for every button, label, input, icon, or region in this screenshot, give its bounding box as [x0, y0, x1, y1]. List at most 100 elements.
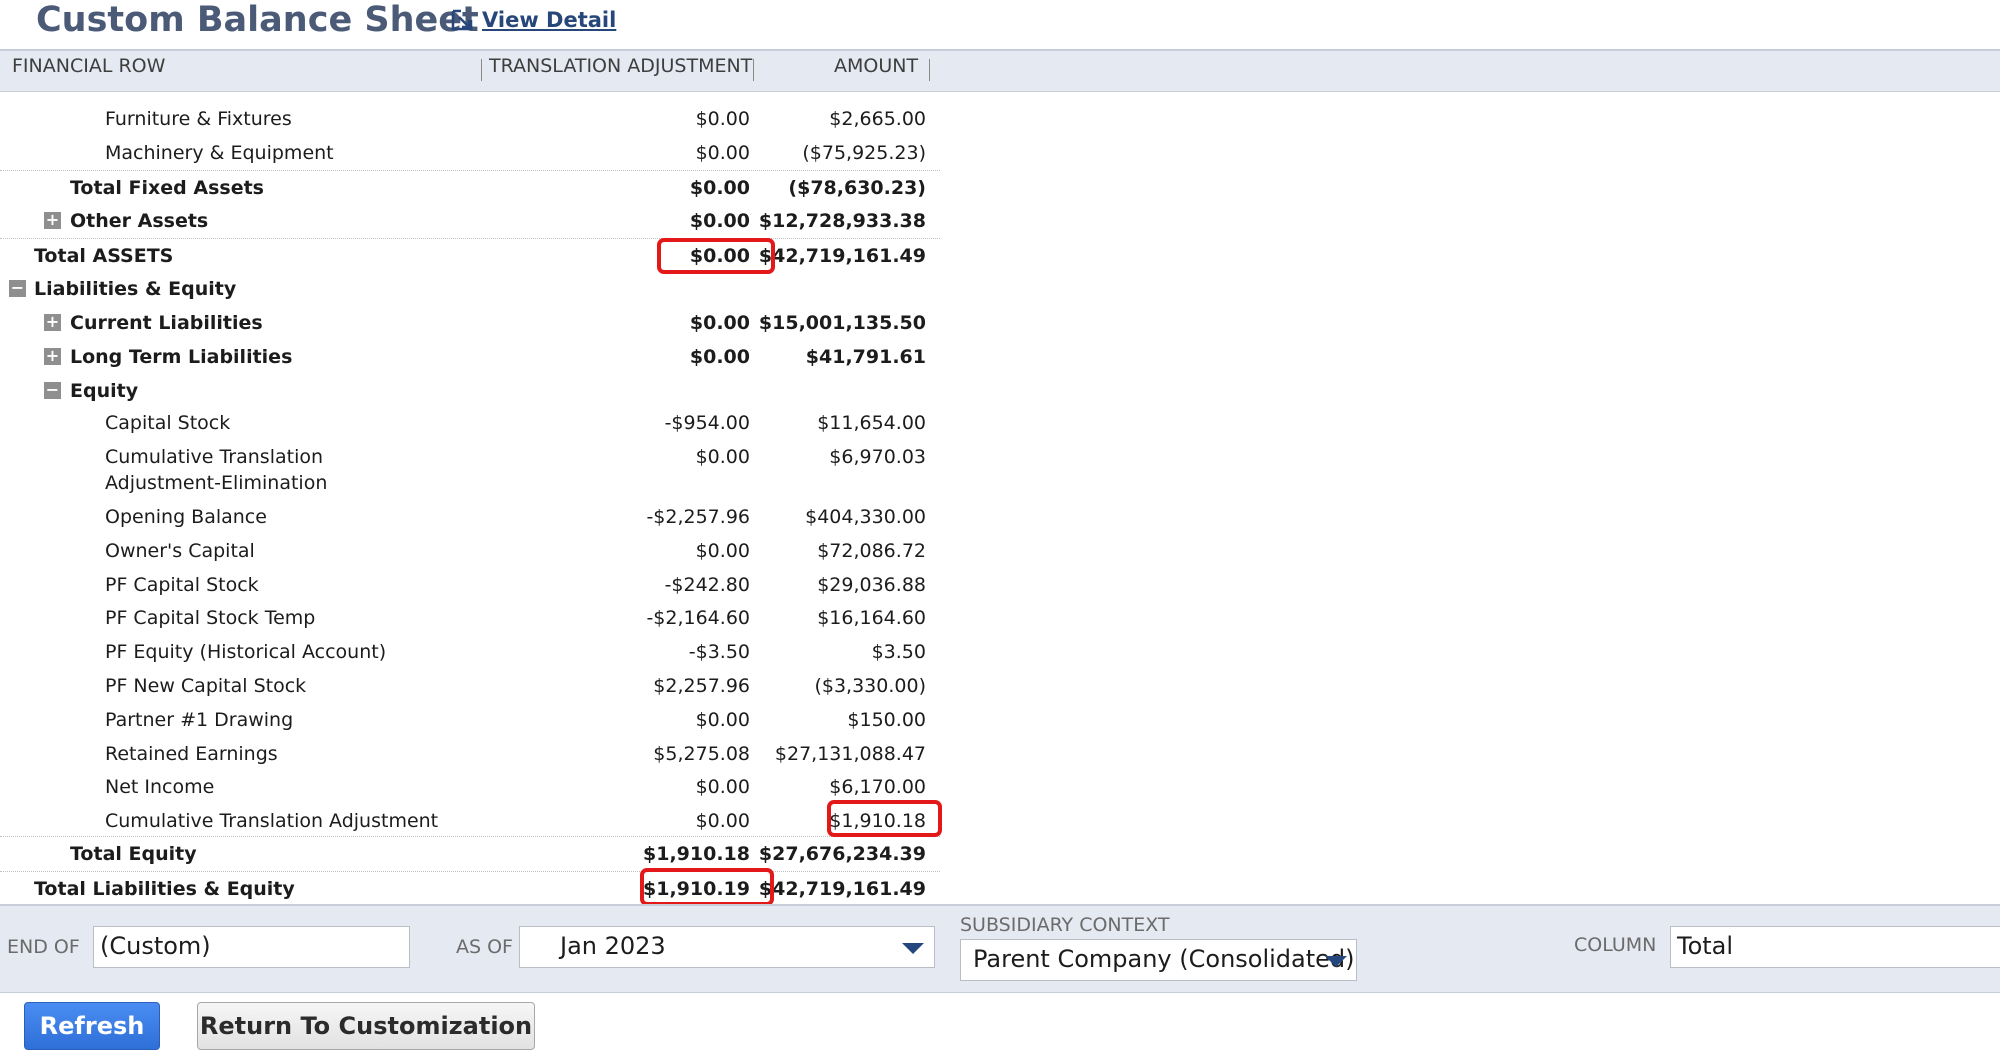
row-label: Cumulative Translation Adjustment-Elimin…	[105, 446, 328, 494]
highlight-box	[827, 800, 942, 837]
chevron-down-icon[interactable]	[902, 943, 924, 954]
translation-value: $5,275.08	[653, 743, 750, 765]
as-of-select[interactable]: Jan 2023	[519, 926, 935, 968]
table-row: Capital Stock -$954.00 $11,654.00	[0, 406, 940, 438]
table-row: Net Income $0.00 $6,170.00	[0, 770, 940, 802]
table-row: PF New Capital Stock $2,257.96 ($3,330.0…	[0, 669, 940, 701]
row-label: Total ASSETS	[34, 245, 174, 267]
translation-value: $0.00	[689, 210, 750, 232]
translation-value: -$3.50	[688, 641, 750, 663]
amount-value[interactable]: $27,131,088.47	[775, 741, 926, 767]
table-row: Opening Balance -$2,257.96 $404,330.00	[0, 500, 940, 532]
column-divider[interactable]	[481, 59, 482, 81]
translation-value: $0.00	[689, 346, 750, 368]
column-divider[interactable]	[929, 59, 930, 81]
translation-value: $0.00	[695, 142, 750, 164]
expand-icon[interactable]: +	[44, 314, 61, 331]
amount-value[interactable]: $2,665.00	[829, 106, 926, 132]
amount-value[interactable]: $29,036.88	[817, 572, 926, 598]
amount-value[interactable]: $42,719,161.49	[759, 243, 926, 269]
table-row: Retained Earnings $5,275.08 $27,131,088.…	[0, 737, 940, 769]
highlight-box	[657, 238, 775, 274]
expand-icon[interactable]: +	[44, 212, 61, 229]
collapse-icon[interactable]: −	[9, 280, 26, 297]
column-field[interactable]: Total	[1670, 926, 2000, 968]
amount-value[interactable]: $3.50	[872, 639, 926, 665]
table-row: − Liabilities & Equity	[0, 272, 940, 304]
row-label: Current Liabilities	[70, 312, 263, 334]
amount-value[interactable]: $16,164.60	[817, 605, 926, 631]
row-label: Equity	[70, 380, 139, 402]
clipped-row	[0, 89, 940, 97]
row-label: PF Equity (Historical Account)	[105, 641, 387, 663]
subsidiary-context-select[interactable]: Parent Company (Consolidated)	[960, 939, 1357, 981]
end-of-label: END OF	[7, 936, 80, 958]
translation-value: -$242.80	[664, 574, 750, 596]
row-label: Furniture & Fixtures	[105, 108, 292, 130]
translation-value: $0.00	[695, 810, 750, 832]
translation-value: $0.00	[695, 776, 750, 798]
amount-value[interactable]: ($75,925.23)	[802, 140, 926, 166]
table-row-total: Total Liabilities & Equity $1,910.19 $42…	[0, 871, 940, 904]
amount-value[interactable]: $11,654.00	[817, 410, 926, 436]
table-row: PF Capital Stock -$242.80 $29,036.88	[0, 568, 940, 600]
column-header-bar: FINANCIAL ROW TRANSLATION ADJUSTMENT AMO…	[0, 49, 2000, 92]
collapse-icon[interactable]: −	[44, 382, 61, 399]
amount-value[interactable]: ($3,330.00)	[814, 673, 926, 699]
row-label: Machinery & Equipment	[105, 142, 334, 164]
row-label: Liabilities & Equity	[34, 278, 237, 300]
row-label: Capital Stock	[105, 412, 231, 434]
end-of-field[interactable]: (Custom)	[93, 926, 410, 968]
subsidiary-context-label: SUBSIDIARY CONTEXT	[960, 914, 1170, 936]
amount-value[interactable]: $72,086.72	[817, 538, 926, 564]
row-label: Other Assets	[70, 210, 209, 232]
column-header-amount[interactable]: AMOUNT	[834, 55, 918, 77]
row-label: Owner's Capital	[105, 540, 255, 562]
translation-value: $0.00	[695, 446, 750, 468]
amount-value[interactable]: $42,719,161.49	[759, 876, 926, 902]
translation-value: $2,257.96	[653, 675, 750, 697]
as-of-value: Jan 2023	[560, 932, 666, 960]
amount-value[interactable]: $6,170.00	[829, 774, 926, 800]
table-row-total: Total Fixed Assets $0.00 ($78,630.23)	[0, 170, 940, 203]
view-detail-link[interactable]: View Detail	[450, 8, 616, 32]
row-label: Opening Balance	[105, 506, 267, 528]
table-row: Cumulative Translation Adjustment-Elimin…	[0, 440, 940, 500]
translation-value: $0.00	[695, 540, 750, 562]
table-row: Cumulative Translation Adjustment $0.00 …	[0, 804, 940, 836]
expand-icon[interactable]: +	[44, 348, 61, 365]
table-row-total: Total Equity $1,910.18 $27,676,234.39	[0, 836, 940, 869]
amount-value[interactable]: $27,676,234.39	[759, 841, 926, 867]
amount-value[interactable]: $41,791.61	[806, 344, 926, 370]
amount-value[interactable]: $404,330.00	[805, 504, 926, 530]
table-row: PF Equity (Historical Account) -$3.50 $3…	[0, 635, 940, 667]
row-label: Total Fixed Assets	[70, 177, 264, 199]
return-to-customization-button[interactable]: Return To Customization	[197, 1002, 535, 1050]
column-header-translation-adjustment[interactable]: TRANSLATION ADJUSTMENT	[489, 55, 752, 77]
row-label: PF Capital Stock Temp	[105, 607, 316, 629]
amount-value[interactable]: ($78,630.23)	[788, 175, 926, 201]
amount-value[interactable]: $15,001,135.50	[759, 310, 926, 336]
table-row: − Equity	[0, 374, 940, 406]
table-row: + Other Assets $0.00 $12,728,933.38	[0, 204, 940, 236]
amount-value[interactable]: $150.00	[847, 707, 926, 733]
amount-value[interactable]: $12,728,933.38	[759, 208, 926, 234]
balance-sheet-page: { "header": { "title": "Custom Balance S…	[0, 0, 2000, 1061]
table-row: Partner #1 Drawing $0.00 $150.00	[0, 703, 940, 735]
refresh-button[interactable]: Refresh	[24, 1002, 160, 1050]
table-row: Furniture & Fixtures $0.00 $2,665.00	[0, 102, 940, 134]
translation-value: $0.00	[689, 177, 750, 199]
table-row: Machinery & Equipment $0.00 ($75,925.23)	[0, 136, 940, 168]
highlight-box	[640, 868, 774, 906]
amount-value[interactable]: $6,970.03	[829, 444, 926, 470]
translation-value: -$2,257.96	[646, 506, 750, 528]
row-label: Total Liabilities & Equity	[34, 878, 295, 900]
translation-value: $0.00	[695, 108, 750, 130]
table-row: + Current Liabilities $0.00 $15,001,135.…	[0, 306, 940, 338]
filter-bar: END OF (Custom) AS OF Jan 2023 SUBSIDIAR…	[0, 904, 2000, 993]
chevron-down-icon[interactable]	[1325, 956, 1347, 967]
column-divider[interactable]	[753, 59, 754, 81]
column-header-financial-row[interactable]: FINANCIAL ROW	[12, 55, 165, 77]
row-label: Partner #1 Drawing	[105, 709, 294, 731]
table-row: + Long Term Liabilities $0.00 $41,791.61	[0, 340, 940, 372]
